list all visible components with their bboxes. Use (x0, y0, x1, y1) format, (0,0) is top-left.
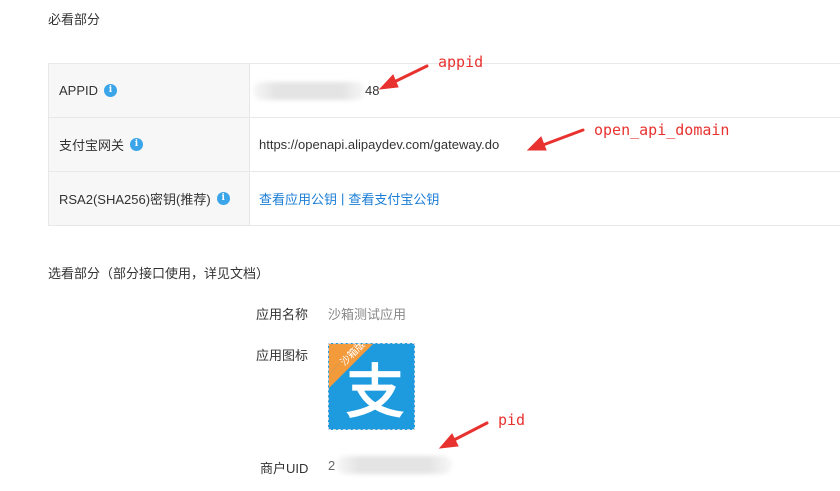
arrow-pid-head (438, 433, 459, 449)
gateway-label-cell: 支付宝网关 i (49, 118, 250, 171)
app-icon-char: 支 (346, 358, 404, 426)
app-icon: 沙箱版 支 (328, 343, 415, 430)
gateway-value-cell: https://openapi.alipaydev.com/gateway.do (250, 118, 840, 171)
gateway-url: https://openapi.alipaydev.com/gateway.do (259, 137, 500, 152)
app-name-label: 应用名称 (256, 307, 309, 322)
gateway-label: 支付宝网关 (59, 138, 125, 153)
link-separator: | (341, 191, 345, 206)
info-icon[interactable]: i (216, 192, 230, 205)
appid-value-suffix: 48 (365, 83, 380, 98)
table-row-rsa-key: RSA2(SHA256)密钥(推荐) i 查看应用公钥 | 查看支付宝公钥 (49, 172, 840, 226)
info-icon[interactable]: i (104, 84, 118, 97)
app-name-value: 沙箱测试应用 (328, 307, 407, 322)
alipay-logo-icon: 沙箱版 支 (329, 344, 414, 429)
appid-label: APPID (59, 83, 99, 98)
annotation-open-api-domain: open_api_domain (594, 121, 730, 139)
info-icon[interactable]: i (130, 138, 144, 151)
required-section-title: 必看部分 (48, 12, 101, 27)
appid-label-cell: APPID i (49, 64, 250, 117)
rsa-label-cell: RSA2(SHA256)密钥(推荐) i (49, 172, 250, 225)
required-info-table: APPID i 48 支付宝网关 i https://openapi.alipa… (48, 63, 840, 226)
merchant-uid-prefix: 2 (328, 458, 336, 473)
rsa-key-label: RSA2(SHA256)密钥(推荐) (59, 192, 211, 207)
arrow-pid-shaft (450, 421, 489, 443)
redacted-appid (253, 81, 365, 100)
merchant-uid-label: 商户UID (260, 461, 309, 476)
rsa-value-cell: 查看应用公钥 | 查看支付宝公钥 (250, 172, 840, 225)
view-app-public-key-link[interactable]: 查看应用公钥 (259, 189, 337, 208)
appid-value-cell: 48 (250, 64, 840, 117)
optional-section-title: 选看部分（部分接口使用，详见文档） (48, 266, 270, 281)
annotation-appid: appid (438, 53, 484, 71)
table-row-appid: APPID i 48 (49, 64, 840, 118)
app-icon-label: 应用图标 (256, 348, 309, 363)
redacted-uid (336, 456, 452, 474)
view-alipay-public-key-link[interactable]: 查看支付宝公钥 (348, 189, 439, 208)
annotation-pid: pid (498, 411, 526, 429)
